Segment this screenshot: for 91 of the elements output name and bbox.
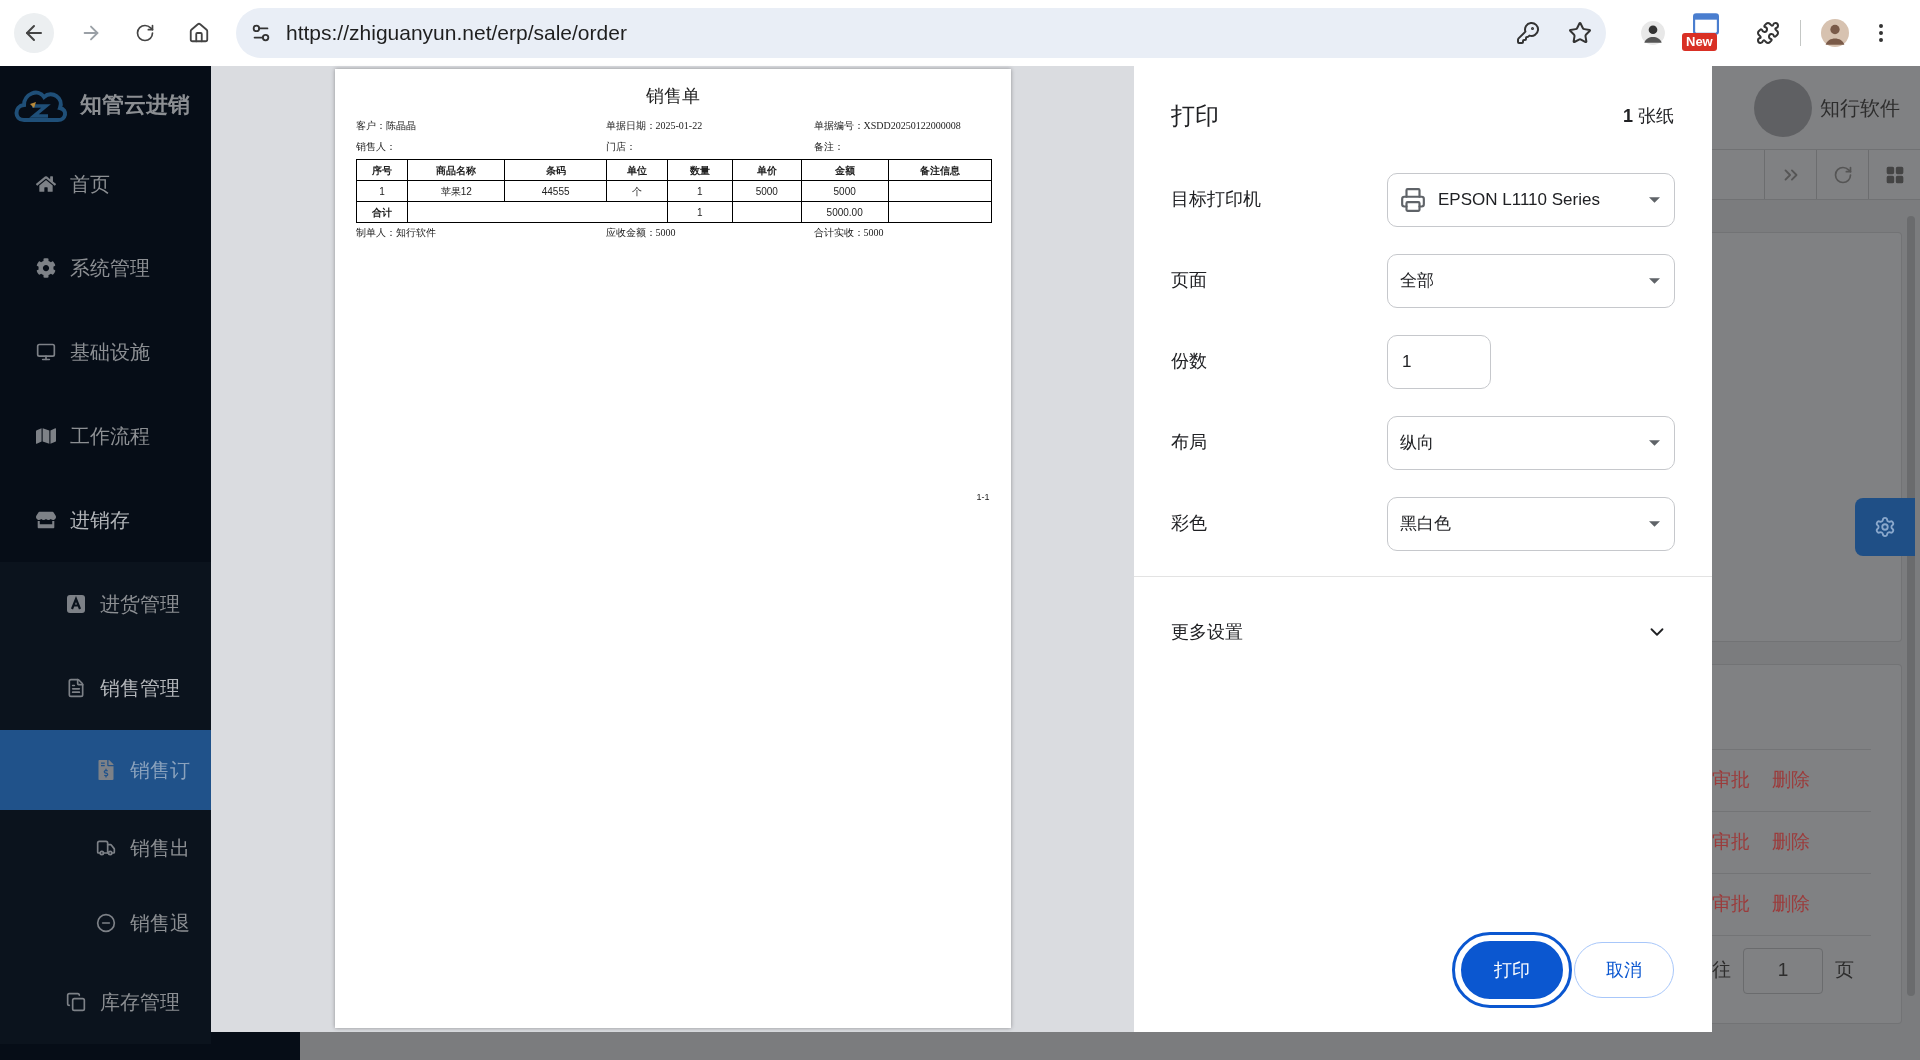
sidebar-item[interactable]: 销售退 [0,885,211,960]
column-header: 序号 [356,159,408,181]
extension-person-icon[interactable] [1640,20,1666,46]
more-settings-toggle[interactable]: 更多设置 [1134,577,1712,687]
field-label: 彩色 [1171,512,1208,535]
table-cell: 合计 [356,201,408,223]
grid-icon [1884,164,1905,185]
table-cell: 5000 [801,180,889,202]
document-field: 门店： [605,136,814,157]
sidebar-item[interactable]: 库存管理 [0,960,211,1044]
field-label: 页面 [1171,269,1208,292]
select-field[interactable]: 全部 [1387,253,1675,308]
extension-window-icon[interactable] [1693,13,1719,35]
sidebar-item[interactable]: 销售订 [0,730,211,810]
table-cell: 1 [356,180,408,202]
table-cell: 44555 [504,180,607,202]
document-field: 单据编号：XSDD20250122000008 [813,115,990,136]
back-button[interactable] [14,13,54,53]
sidebar-item[interactable]: 销售管理 [0,646,211,730]
table-cell: 5000 [732,180,802,202]
pagination-label: 往 [1712,958,1731,983]
reload-icon [135,23,155,43]
settings-icon [1874,516,1896,538]
document-field: 客户：陈晶晶 [355,115,606,136]
column-header: 金额 [801,159,889,181]
dialog-title: 打印 [1171,101,1219,131]
table-cell: 5000.00 [801,201,889,223]
url-text[interactable]: https://zhiguanyun.net/erp/sale/order [286,17,1502,49]
column-header: 单位 [606,159,668,181]
site-settings-icon[interactable] [250,22,272,44]
dropdown-arrow-icon [1649,439,1660,446]
monitor-icon [36,342,56,362]
page-number: 1-1 [976,491,990,504]
table-cell: 苹果12 [407,180,505,202]
sheet-count: 1 张纸 [1622,104,1674,128]
user-name[interactable]: 知行软件 [1820,92,1900,123]
bookmark-star-icon[interactable] [1568,21,1592,45]
address-bar[interactable]: https://zhiguanyun.net/erp/sale/order [236,8,1606,58]
page-input[interactable]: 1 [1743,947,1823,994]
column-header: 数量 [667,159,733,181]
extensions-icon[interactable] [1756,21,1780,45]
field-label: 份数 [1171,350,1208,373]
sidebar-item[interactable]: 系统管理 [0,226,211,310]
document-field: 备注： [813,136,990,157]
column-header: 单价 [732,159,802,181]
column-header: 商品名称 [407,159,505,181]
table-cell: 1 [667,180,733,202]
sidebar-item[interactable]: 首页 [0,142,211,226]
field-label: 目标打印机 [1171,188,1262,211]
dropdown-arrow-icon [1649,196,1660,203]
pagination-label: 页 [1835,958,1854,983]
gear-icon [36,258,56,278]
field-label: 布局 [1171,431,1208,454]
dropdown-arrow-icon [1649,520,1660,527]
invoice-icon [96,760,116,780]
profile-avatar-icon[interactable] [1821,19,1849,47]
sidebar-item[interactable]: 工作流程 [0,394,211,478]
document-field: 应收金额：5000 [605,224,814,241]
sidebar-item[interactable]: 进销存 [0,478,211,562]
letter-a-icon [66,594,86,614]
brand-name: 知管云进销 [80,90,190,119]
table-cell: 1 [667,201,733,223]
store-icon [36,510,56,530]
select-field[interactable]: 黑白色 [1387,496,1675,551]
refresh-icon [1832,164,1853,185]
map-icon [36,426,56,446]
document-icon [66,678,86,698]
sidebar-item[interactable]: 进货管理 [0,562,211,646]
column-header: 备注信息 [888,159,991,181]
table-cell: 个 [606,180,668,202]
printer-icon [1400,186,1426,213]
column-header: 条码 [504,159,607,181]
copies-input[interactable]: 1 [1387,334,1491,389]
squares-icon [66,992,86,1012]
document-field: 制单人：知行软件 [355,224,606,241]
home-icon [188,22,210,44]
document-field: 合计实收：5000 [813,224,990,241]
select-field[interactable]: 纵向 [1387,415,1675,470]
key-icon[interactable] [1516,21,1540,45]
select-field[interactable]: EPSON L1110 Series [1387,172,1675,227]
new-badge: New [1682,33,1717,51]
document-field: 单据日期：2025-01-22 [605,115,814,136]
dropdown-arrow-icon [1649,277,1660,284]
settings-tab[interactable] [1855,498,1915,556]
sidebar-item[interactable]: 销售出 [0,810,211,885]
sidebar-item[interactable]: 基础设施 [0,310,211,394]
home-icon [36,174,56,194]
cancel-button[interactable]: 取消 [1574,942,1674,998]
minus-circle-icon [96,912,116,933]
document-title: 销售单 [644,85,701,108]
document-field: 销售人： [355,136,606,157]
